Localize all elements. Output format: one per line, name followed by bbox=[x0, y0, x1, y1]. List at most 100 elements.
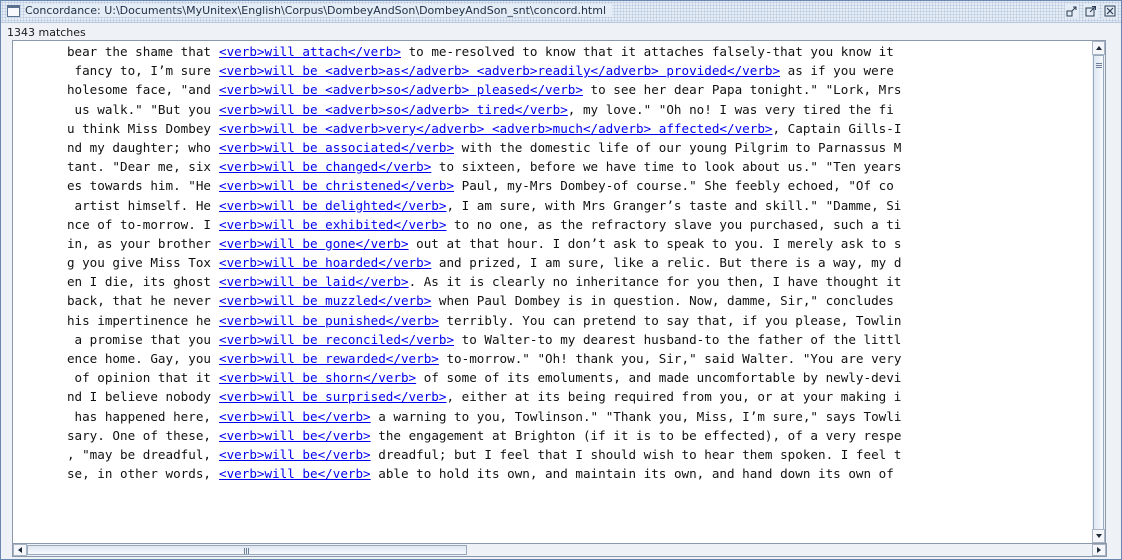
left-context-text: ence home. Gay, you bbox=[66, 351, 211, 366]
match-link[interactable]: <verb>will be laid</verb> bbox=[219, 274, 409, 289]
concordance-text-area[interactable]: bear the shame that <verb>will attach</ve… bbox=[12, 40, 1106, 546]
left-context: nce of to-morrow. I bbox=[13, 215, 211, 234]
concordance-line: has happened here, <verb>will be</verb> a… bbox=[13, 407, 1105, 426]
concordance-line: es towards him. "He <verb>will be christe… bbox=[13, 176, 1105, 195]
right-context: to me-resolved to know that it attaches … bbox=[400, 44, 894, 59]
maximize-button[interactable] bbox=[1084, 4, 1098, 18]
match-link[interactable]: <verb>will be delighted</verb> bbox=[219, 198, 446, 213]
left-context: his impertinence he bbox=[13, 311, 211, 330]
left-context-text: en I die, its ghost bbox=[66, 274, 211, 290]
vertical-scroll-thumb[interactable] bbox=[1093, 55, 1104, 531]
match-link[interactable]: <verb>will be gone</verb> bbox=[219, 236, 409, 251]
match-link[interactable]: <verb>will be hoarded</verb> bbox=[219, 255, 431, 270]
horizontal-scroll-thumb[interactable] bbox=[27, 545, 467, 555]
concordance-line: , "may be dreadful, <verb>will be</verb> … bbox=[13, 445, 1105, 464]
concordance-line: u think Miss Dombey <verb>will be <adverb… bbox=[13, 119, 1105, 138]
match-link[interactable]: <verb>will attach</verb> bbox=[219, 44, 401, 59]
left-context: tant. "Dear me, six bbox=[13, 157, 211, 176]
left-context-text: es towards him. "He bbox=[66, 178, 211, 194]
left-context-text: se, in other words, bbox=[66, 466, 211, 482]
match-link[interactable]: <verb>will be changed</verb> bbox=[219, 159, 431, 174]
right-context: Paul, my-Mrs Dombey-of course." She feeb… bbox=[454, 178, 894, 194]
match-link[interactable]: <verb>will be exhibited</verb> bbox=[219, 217, 446, 232]
match-link[interactable]: <verb>will be <adverb>as</adverb> <adver… bbox=[219, 63, 780, 78]
left-context-text: artist himself. He bbox=[74, 197, 211, 213]
concordance-line: en I die, its ghost <verb>will be laid</v… bbox=[13, 272, 1105, 291]
right-context: to sixteen, before we have time to look … bbox=[431, 159, 902, 175]
right-context: . As it is clearly no inheritance for yo… bbox=[408, 274, 902, 290]
match-link[interactable]: <verb>will be <adverb>so</adverb> please… bbox=[219, 82, 583, 97]
left-context: a promise that you bbox=[13, 330, 211, 349]
match-link[interactable]: <verb>will be</verb> bbox=[219, 428, 371, 443]
iconify-button[interactable] bbox=[1065, 4, 1079, 18]
arrow-up-icon bbox=[1096, 46, 1102, 50]
right-context: with the domestic life of our young Pilg… bbox=[454, 139, 902, 155]
scroll-left-button[interactable] bbox=[13, 544, 27, 556]
concordance-line: back, that he never <verb>will be muzzled… bbox=[13, 291, 1105, 310]
left-context-text: nce of to-morrow. I bbox=[66, 216, 211, 232]
concordance-line: a promise that you <verb>will be reconcil… bbox=[13, 330, 1105, 349]
horizontal-scrollbar[interactable] bbox=[12, 543, 1107, 557]
close-icon bbox=[1104, 5, 1116, 17]
concordance-line: nd my daughter; who <verb>will be associa… bbox=[13, 138, 1105, 157]
right-context: to Walter-to my dearest husband-to the f… bbox=[454, 331, 902, 347]
concordance-line: nd I believe nobody <verb>will be surpris… bbox=[13, 387, 1105, 406]
left-context: has happened here, bbox=[13, 407, 211, 426]
concordance-line: us walk." "But you <verb>will be <adverb>… bbox=[13, 100, 1105, 119]
grip-line bbox=[248, 548, 249, 554]
left-context-text: , "may be dreadful, bbox=[66, 446, 211, 462]
right-context: to see her dear Papa tonight." "Lork, Mr… bbox=[582, 82, 902, 98]
left-context: es towards him. "He bbox=[13, 176, 211, 195]
scroll-up-button[interactable] bbox=[1092, 41, 1105, 55]
match-link[interactable]: <verb>will be</verb> bbox=[219, 466, 371, 481]
left-context-text: u think Miss Dombey bbox=[66, 120, 211, 136]
left-context-text: has happened here, bbox=[74, 408, 211, 424]
match-link[interactable]: <verb>will be <adverb>very</adverb> <adv… bbox=[219, 121, 773, 136]
title-bar[interactable]: Concordance: U:\Documents\MyUnitex\Engli… bbox=[1, 1, 1121, 23]
concordance-line: holesome face, "and <verb>will be <adverb… bbox=[13, 80, 1105, 99]
left-context-text: sary. One of these, bbox=[66, 427, 211, 443]
left-context: of opinion that it bbox=[13, 368, 211, 387]
window-title: Concordance: U:\Documents\MyUnitex\Engli… bbox=[25, 4, 613, 17]
grip-line bbox=[1096, 67, 1102, 68]
left-context: se, in other words, bbox=[13, 464, 211, 483]
scroll-down-button[interactable] bbox=[1092, 529, 1105, 543]
concordance-line: g you give Miss Tox <verb>will be hoarded… bbox=[13, 253, 1105, 272]
right-context: as if you were bbox=[780, 63, 894, 79]
left-context: holesome face, "and bbox=[13, 80, 211, 99]
vertical-scrollbar[interactable] bbox=[1092, 40, 1106, 544]
match-link[interactable]: <verb>will be <adverb>so</adverb> tired<… bbox=[219, 102, 568, 117]
right-context: dreadful; but I feel that I should wish … bbox=[370, 446, 902, 462]
match-link[interactable]: <verb>will be rewarded</verb> bbox=[219, 351, 439, 366]
concordance-line: se, in other words, <verb>will be</verb> … bbox=[13, 464, 1105, 483]
left-context: artist himself. He bbox=[13, 196, 211, 215]
scroll-right-button[interactable] bbox=[1092, 544, 1106, 556]
left-context-text: holesome face, "and bbox=[66, 82, 211, 98]
right-context: , Captain Gills-I bbox=[772, 120, 902, 136]
left-context: us walk." "But you bbox=[13, 100, 211, 119]
left-context-text: nd I believe nobody bbox=[66, 389, 211, 405]
left-context: , "may be dreadful, bbox=[13, 445, 211, 464]
match-link[interactable]: <verb>will be punished</verb> bbox=[219, 313, 439, 328]
right-context: able to hold its own, and maintain its o… bbox=[370, 466, 894, 482]
concordance-line: his impertinence he <verb>will be punishe… bbox=[13, 311, 1105, 330]
left-context: in, as your brother bbox=[13, 234, 211, 253]
concordance-line: bear the shame that <verb>will attach</ve… bbox=[13, 42, 1105, 61]
left-context-text: his impertinence he bbox=[66, 312, 211, 328]
arrow-right-icon bbox=[1097, 547, 1101, 553]
match-link[interactable]: <verb>will be muzzled</verb> bbox=[219, 293, 431, 308]
match-link[interactable]: <verb>will be surprised</verb> bbox=[219, 389, 446, 404]
right-context: the engagement at Brighton (if it is to … bbox=[370, 427, 902, 443]
match-link[interactable]: <verb>will be associated</verb> bbox=[219, 140, 454, 155]
left-context: nd my daughter; who bbox=[13, 138, 211, 157]
match-link[interactable]: <verb>will be</verb> bbox=[219, 409, 371, 424]
match-link[interactable]: <verb>will be reconciled</verb> bbox=[219, 332, 454, 347]
match-link[interactable]: <verb>will be christened</verb> bbox=[219, 178, 454, 193]
close-button[interactable] bbox=[1103, 4, 1117, 18]
concordance-line bbox=[13, 483, 1105, 502]
match-link[interactable]: <verb>will be</verb> bbox=[219, 447, 371, 462]
match-link[interactable]: <verb>will be shorn</verb> bbox=[219, 370, 416, 385]
left-context: fancy to, I’m sure bbox=[13, 61, 211, 80]
left-context: u think Miss Dombey bbox=[13, 119, 211, 138]
left-context: g you give Miss Tox bbox=[13, 253, 211, 272]
